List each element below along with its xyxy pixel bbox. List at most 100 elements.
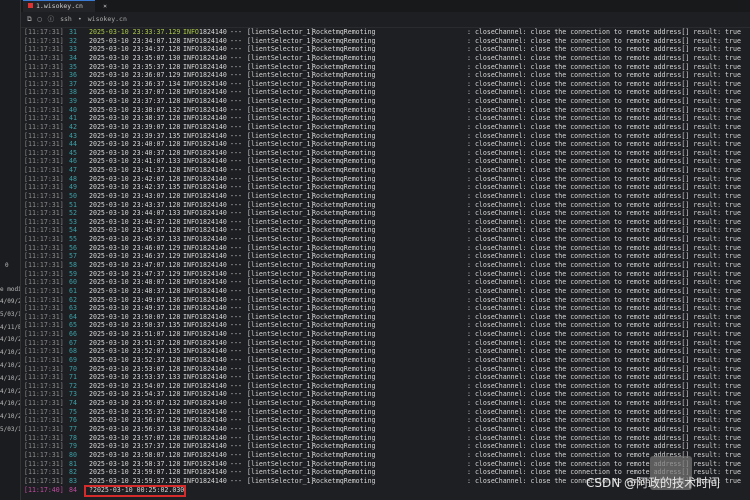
log-pid: 1824140	[199, 321, 227, 330]
line-number: 65	[69, 321, 77, 330]
log-prefix: [11:17:31]	[24, 476, 64, 485]
log-pid: 1824140	[199, 476, 227, 485]
log-level: INFO	[183, 53, 199, 62]
log-level: INFO	[183, 321, 199, 330]
log-thread: [lientSelector_1]	[247, 399, 315, 408]
line-number: 40	[69, 105, 77, 114]
sidebar-file-date: 4/10/2	[0, 374, 21, 382]
new-tab-icon[interactable]: ⧉	[27, 15, 32, 23]
log-thread: [lientSelector_1]	[247, 157, 315, 166]
log-thread: [lientSelector_1]	[247, 209, 315, 218]
log-timestamp: 2025-03-10 23:58:07.128	[89, 450, 181, 459]
log-logger: RocketmqRemoting	[312, 450, 376, 459]
tab-title: 1.wisokey.cn	[36, 2, 83, 10]
line-number: 59	[69, 269, 77, 278]
log-message: : closeChannel: close the connection to …	[467, 347, 741, 356]
toolbar: ⧉ ▢ ⓘ ssh • wisokey.cn	[21, 12, 750, 28]
sidebar-header: e modi	[0, 286, 21, 293]
line-number: 34	[69, 53, 77, 62]
file-sidebar: 0 e modi 4/09/2 5/03/1 4/11/E 4/10/2 4/10/2 4/1…	[0, 0, 21, 500]
log-logger: RocketmqRemoting	[312, 235, 376, 244]
log-logger: RocketmqRemoting	[312, 209, 376, 218]
log-thread: [lientSelector_1]	[247, 424, 315, 433]
log-message: : closeChannel: close the connection to …	[467, 53, 741, 62]
log-message: : closeChannel: close the connection to …	[467, 295, 741, 304]
close-tab-icon[interactable]: ×	[103, 1, 107, 12]
log-prefix: [11:17:31]	[24, 53, 64, 62]
watermark-text: CSDN @阿政的技术时间	[586, 476, 721, 490]
log-pid: 1824140	[199, 424, 227, 433]
log-thread: [lientSelector_1]	[247, 53, 315, 62]
line-number: 55	[69, 235, 77, 244]
sidebar-file-date: 5/03/1	[0, 310, 21, 318]
line-number: 71	[69, 373, 77, 382]
log-timestamp: 2025-03-10 23:50:37.135	[89, 321, 181, 330]
sidebar-file-date: 4/09/2	[0, 298, 21, 305]
log-pid: 1824140	[199, 373, 227, 382]
log-level: INFO	[183, 157, 199, 166]
log-level: INFO	[183, 450, 199, 459]
protocol-label: ssh	[60, 15, 72, 23]
log-pid: 1824140	[199, 399, 227, 408]
log-pid: 1824140	[199, 295, 227, 304]
log-prefix: [11:17:31]	[24, 450, 64, 459]
line-number: 46	[69, 157, 77, 166]
log-separator: ---	[230, 424, 242, 433]
info-icon[interactable]: ⓘ	[48, 15, 55, 23]
log-timestamp: 2025-03-10 23:41:07.133	[89, 157, 181, 166]
log-logger: RocketmqRemoting	[312, 295, 376, 304]
line-number: 84	[69, 486, 77, 495]
log-thread: [lientSelector_1]	[247, 321, 315, 330]
terminal-output[interactable]: [11:17:31] 31 2025-03-10 23:33:37.129 INFO 1…	[21, 28, 750, 500]
log-pid: 1824140	[199, 131, 227, 140]
log-level: INFO	[183, 183, 199, 192]
log-prefix: [11:17:31]	[24, 209, 64, 218]
log-logger: RocketmqRemoting	[312, 399, 376, 408]
log-separator: ---	[230, 269, 242, 278]
log-prefix: [11:17:31]	[24, 183, 64, 192]
log-thread: [lientSelector_1]	[247, 79, 315, 88]
log-thread: [lientSelector_1]	[247, 450, 315, 459]
log-message: : closeChannel: close the connection to …	[467, 183, 741, 192]
log-prefix: [11:17:31]	[24, 157, 64, 166]
log-message: : closeChannel: close the connection to …	[467, 105, 741, 114]
log-timestamp: 2025-03-10 23:44:07.133	[89, 209, 181, 218]
log-logger: RocketmqRemoting	[312, 269, 376, 278]
log-separator: ---	[230, 476, 242, 485]
log-thread: [lientSelector_1]	[247, 235, 315, 244]
log-prefix: [11:17:31]	[24, 399, 64, 408]
log-pid: 1824140	[199, 183, 227, 192]
session-status-icon	[28, 3, 33, 8]
line-number: 52	[69, 209, 77, 218]
log-pid: 1824140	[199, 79, 227, 88]
log-pid: 1824140	[199, 450, 227, 459]
log-level: INFO	[183, 347, 199, 356]
log-prefix: [11:17:31]	[24, 235, 64, 244]
log-timestamp: 2025-03-10 23:36:37.134	[89, 79, 181, 88]
line-number: 62	[69, 295, 77, 304]
log-logger: RocketmqRemoting	[312, 131, 376, 140]
log-pid: 1824140	[199, 235, 227, 244]
log-message: : closeChannel: close the connection to …	[467, 321, 741, 330]
sidebar-file-date: 5/03/1	[0, 426, 21, 433]
log-timestamp: 2025-03-10 23:42:37.135	[89, 183, 181, 192]
log-logger: RocketmqRemoting	[312, 157, 376, 166]
log-separator: ---	[230, 399, 242, 408]
log-separator: ---	[230, 79, 242, 88]
log-timestamp: 2025-03-10 23:38:07.132	[89, 105, 181, 114]
log-message: : closeChannel: close the connection to …	[467, 269, 741, 278]
log-pid: 1824140	[199, 269, 227, 278]
log-logger: RocketmqRemoting	[312, 105, 376, 114]
log-level: INFO	[183, 105, 199, 114]
highlight-box	[84, 485, 186, 497]
log-thread: [lientSelector_1]	[247, 476, 315, 485]
log-pid: 1824140	[199, 209, 227, 218]
log-level: INFO	[183, 424, 199, 433]
log-message: : closeChannel: close the connection to …	[467, 209, 741, 218]
log-separator: ---	[230, 373, 242, 382]
split-icon[interactable]: ▢	[38, 15, 42, 23]
log-logger: RocketmqRemoting	[312, 183, 376, 192]
log-separator: ---	[230, 53, 242, 62]
log-message: : closeChannel: close the connection to …	[467, 399, 741, 408]
log-logger: RocketmqRemoting	[312, 476, 376, 485]
